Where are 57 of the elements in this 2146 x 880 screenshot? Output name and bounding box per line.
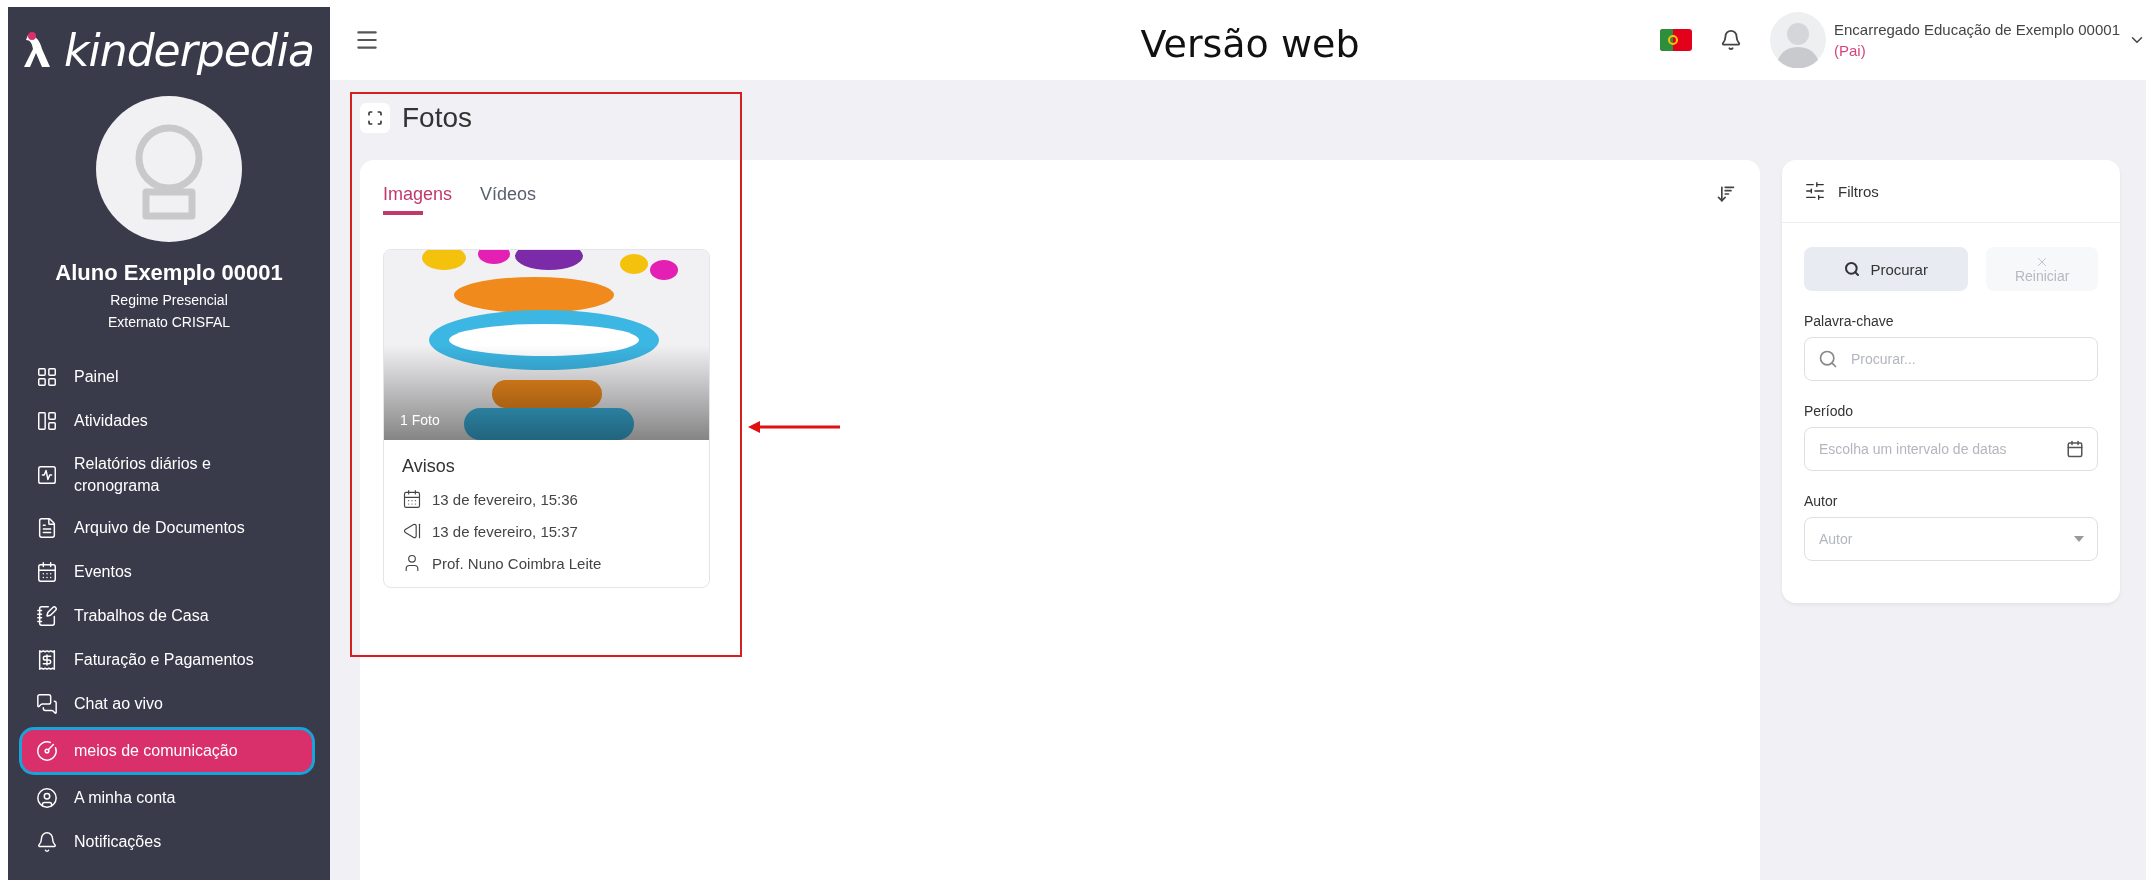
- field-label: Autor: [1804, 493, 1839, 509]
- sidebar-item[interactable]: Atividades: [22, 400, 312, 442]
- caption: Versão web: [1140, 21, 1360, 66]
- grid-icon: [36, 366, 58, 388]
- bell-icon[interactable]: [1719, 29, 1742, 51]
- sidebar-item[interactable]: Relatórios diários e cronograma: [22, 444, 312, 506]
- page-title: Fotos: [402, 102, 473, 134]
- play-icon: [402, 521, 422, 541]
- sliders-icon: [1804, 180, 1826, 202]
- sort-icon[interactable]: [1716, 184, 1736, 204]
- album-card[interactable]: 1 Foto Avisos 13 de fevereiro, 15:36 13 de fevereiro, 15:37 Prof. Nuno Coimbra Leite: [383, 249, 710, 588]
- sidebar-item[interactable]: Arquivo de Documentos: [22, 507, 312, 550]
- field-label: Período: [1804, 403, 1855, 419]
- dropdown-caret-icon: [2074, 536, 2084, 542]
- calendar-icon: [402, 489, 422, 509]
- flag-icon[interactable]: [1659, 29, 1692, 51]
- search-icon: [1844, 261, 1861, 277]
- search-field[interactable]: Procurar...: [1804, 337, 2098, 381]
- date-range-field[interactable]: Escolha um intervalo de datas: [1804, 427, 2098, 471]
- sidebar-item[interactable]: Chat ao vivo: [22, 683, 312, 726]
- user-relation: (Pai): [1833, 42, 1867, 59]
- sidebar-item[interactable]: Painel: [22, 356, 312, 398]
- user-name: Encarregado Educação de Exemplo 00001: [1833, 21, 2120, 38]
- author-name: Prof. Nuno Coimbra Leite: [432, 554, 602, 572]
- calendar-icon: [36, 561, 58, 584]
- chat-icon: [36, 693, 58, 716]
- notebook-icon: [36, 605, 58, 628]
- sidebar-item[interactable]: Notificações: [22, 821, 312, 864]
- published-date: 13 de fevereiro, 15:37: [432, 522, 578, 540]
- sidebar-item[interactable]: Eventos: [22, 551, 312, 594]
- receipt-icon: [36, 649, 58, 672]
- expand-icon: [367, 110, 383, 126]
- student-detail: Externato CRISFAL: [107, 314, 231, 330]
- sidebar-item[interactable]: Trabalhos de Casa: [22, 595, 312, 638]
- photo-count: 1 Foto: [400, 412, 440, 428]
- layout-icon: [36, 410, 58, 432]
- sidebar-item[interactable]: meios de comunicação: [22, 730, 312, 773]
- search-button[interactable]: Procurar: [1804, 247, 1969, 291]
- bell-icon: [36, 831, 58, 854]
- author-select[interactable]: Autor: [1804, 517, 2098, 561]
- sidebar-item[interactable]: A minha conta: [22, 777, 312, 820]
- user-circle-icon: [36, 787, 58, 810]
- student-detail: Regime Presencial: [110, 292, 228, 308]
- filter-title: Filtros: [1838, 182, 1879, 200]
- tab[interactable]: Vídeos: [480, 184, 537, 215]
- student-name: Aluno Exemplo 00001: [55, 260, 283, 286]
- gauge-icon: [36, 740, 58, 763]
- sidebar-item[interactable]: Faturação e Pagamentos: [22, 639, 312, 682]
- tab[interactable]: Imagens: [383, 184, 453, 215]
- field-label: Palavra-chave: [1804, 313, 1895, 329]
- document-icon: [36, 517, 58, 540]
- search-icon: [1818, 349, 1838, 369]
- calendar-icon: [2066, 440, 2084, 458]
- created-date: 13 de fevereiro, 15:36: [432, 490, 578, 508]
- album-title: Avisos: [402, 456, 456, 477]
- chart-icon: [36, 463, 58, 486]
- expand-button[interactable]: [360, 103, 390, 133]
